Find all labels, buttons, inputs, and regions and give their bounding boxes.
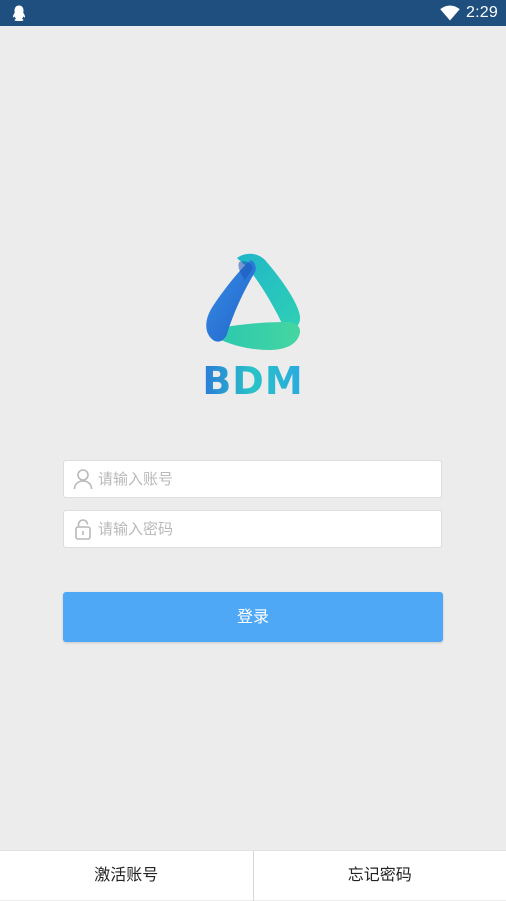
password-field[interactable] <box>63 510 442 548</box>
lock-icon <box>72 518 94 540</box>
logo-text: BDM <box>202 359 303 400</box>
forgot-password-link[interactable]: 忘记密码 <box>254 851 506 900</box>
username-field[interactable] <box>63 460 442 498</box>
status-time: 2:29 <box>466 0 498 26</box>
login-button[interactable]: 登录 <box>63 592 443 642</box>
password-input[interactable] <box>98 511 428 547</box>
activate-account-link[interactable]: 激活账号 <box>0 851 253 900</box>
bottom-bar: 激活账号 忘记密码 <box>0 850 506 900</box>
qq-penguin-icon <box>10 4 28 22</box>
app-logo: BDM <box>0 250 506 400</box>
logo-wordmark: BDM <box>198 358 308 400</box>
wifi-icon <box>440 5 460 21</box>
username-input[interactable] <box>98 461 428 497</box>
status-indicators: 2:29 <box>440 0 498 26</box>
user-icon <box>72 468 94 490</box>
status-bar: 2:29 <box>0 0 506 26</box>
logo-mark-icon <box>199 250 307 354</box>
